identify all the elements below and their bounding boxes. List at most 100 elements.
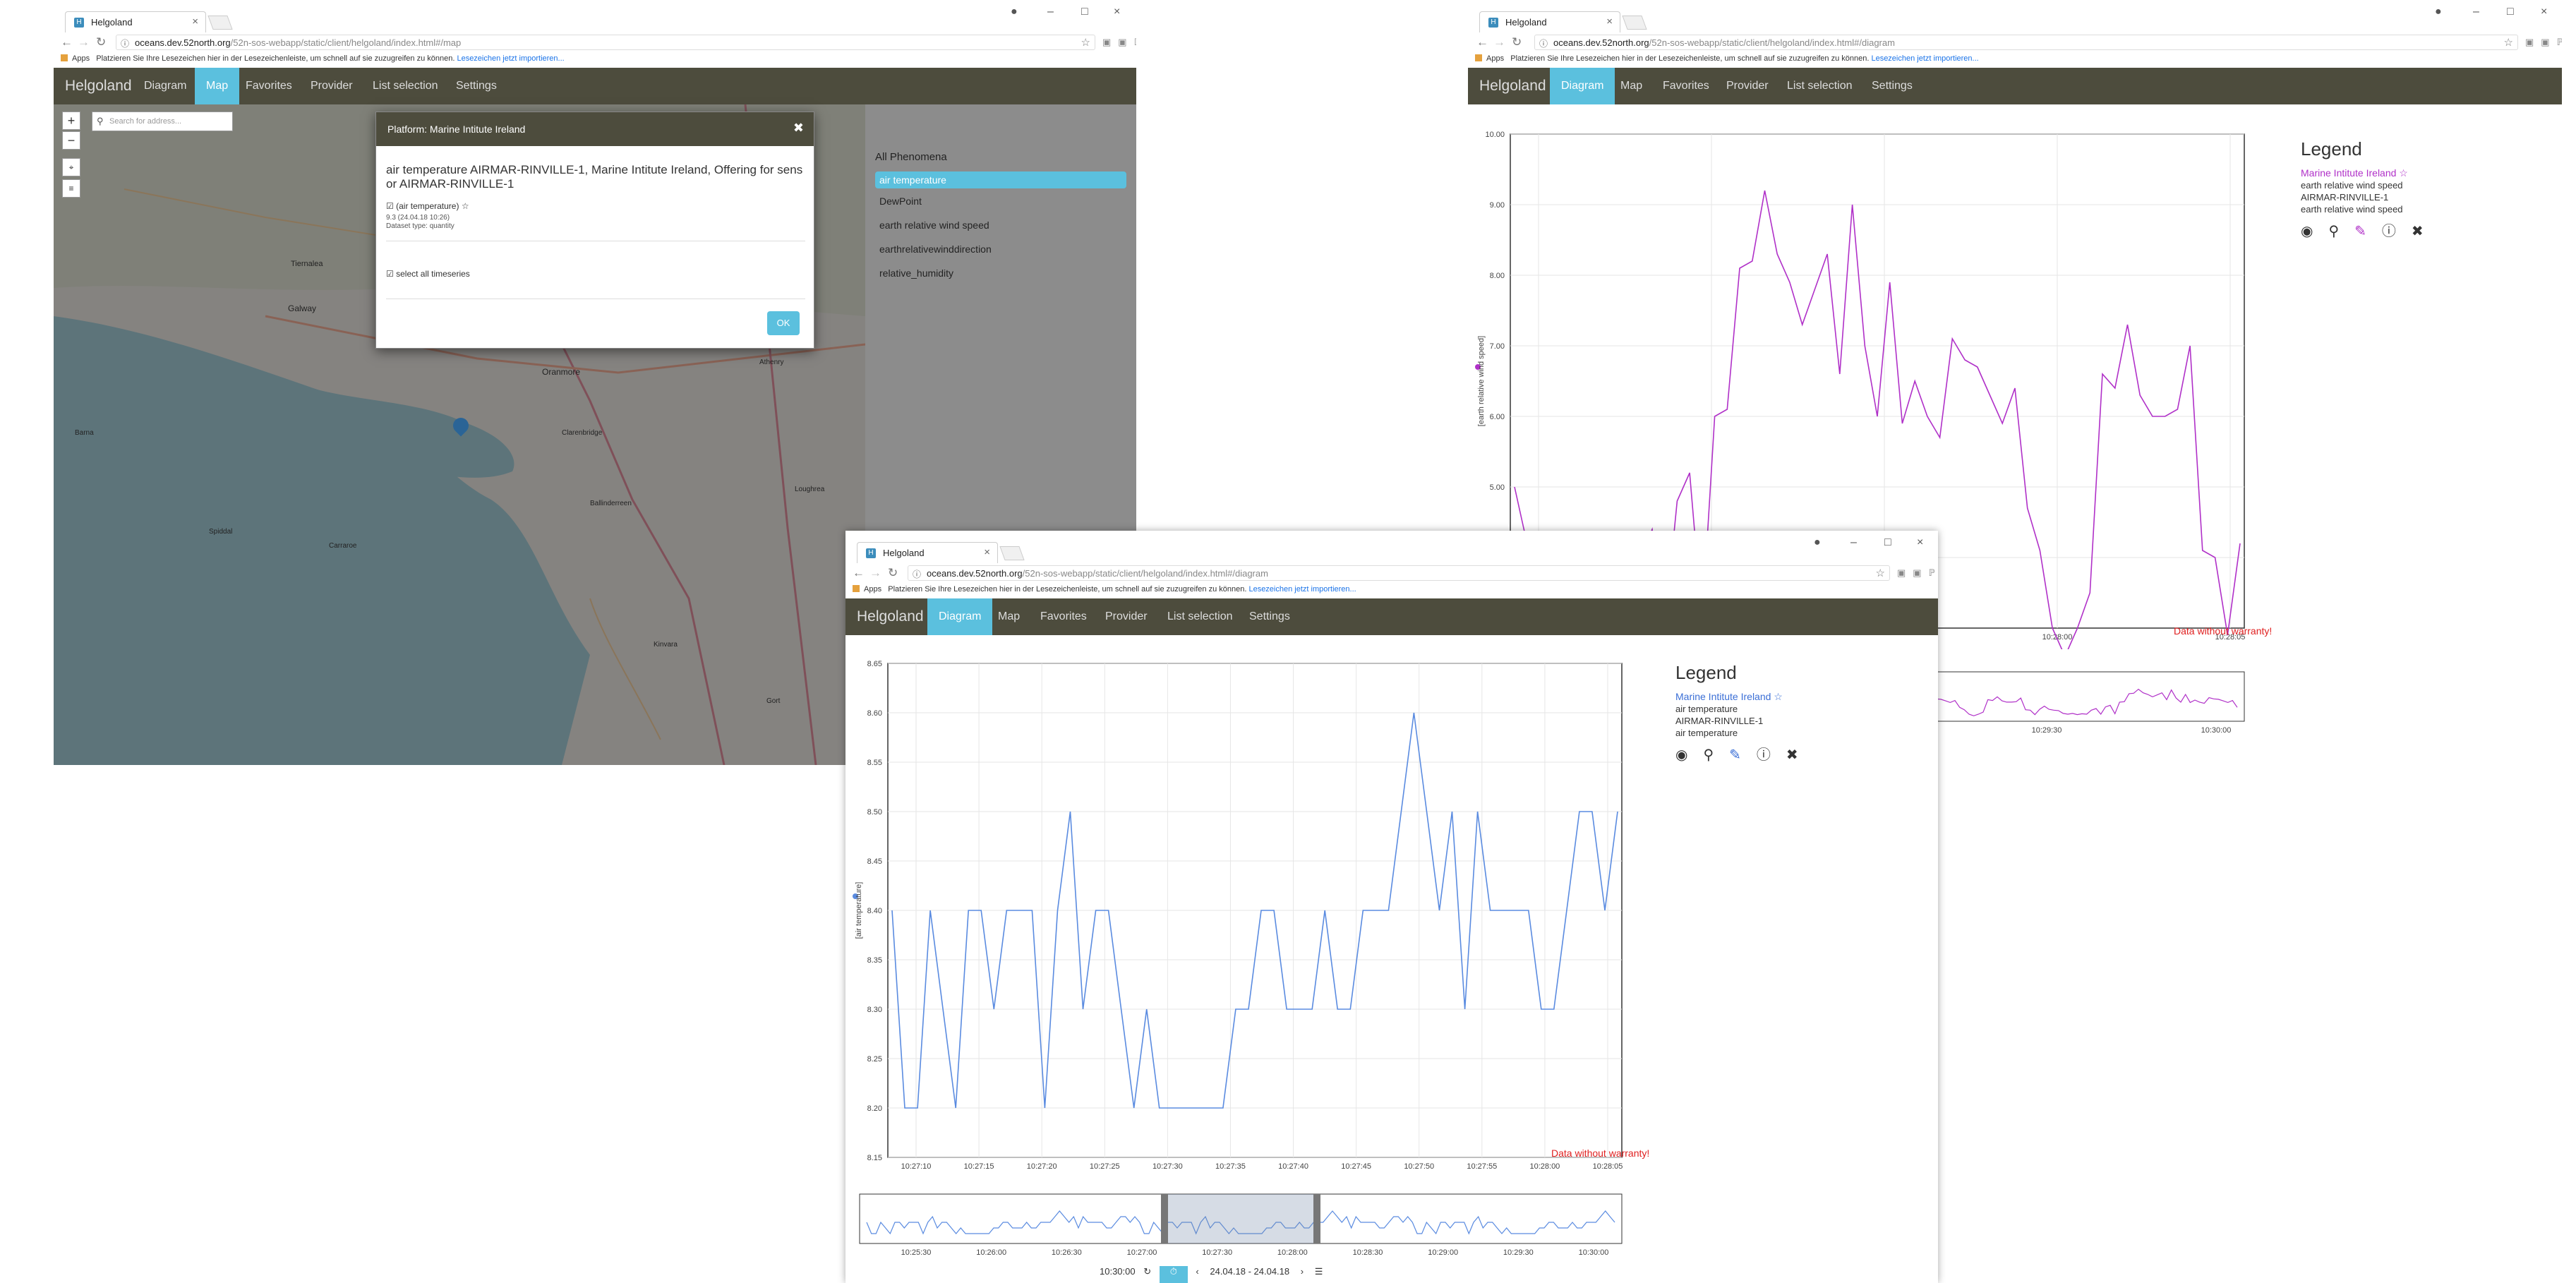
new-tab-button[interactable] [999,546,1025,560]
info-icon[interactable]: ⓘ [1757,747,1786,763]
nav-settings[interactable]: Settings [445,68,508,104]
hide-eye-icon[interactable]: ◉ [1675,747,1703,763]
refresh-icon[interactable]: ↻ [1143,1266,1151,1277]
nav-list-selection[interactable]: List selection [361,68,450,104]
nav-settings[interactable]: Settings [1238,598,1301,635]
import-bookmarks-link[interactable]: Lesezeichen jetzt importieren... [457,54,564,63]
select-all-checkbox[interactable]: ☑ [386,269,394,279]
select-all-row[interactable]: ☑ select all timeseries [386,269,470,279]
browser-tab[interactable]: H Helgoland × [1479,11,1620,32]
nav-favorites[interactable]: Favorites [234,68,303,104]
phenomenon-item[interactable]: air temperature [875,171,1126,188]
legend-platform[interactable]: Marine Intitute Ireland ☆ [2301,167,2555,179]
phenomenon-item[interactable]: DewPoint [875,193,1126,210]
forward-icon[interactable]: → [1493,35,1505,49]
nav-diagram[interactable]: Diagram [133,68,198,104]
nav-provider[interactable]: Provider [1715,68,1780,104]
import-bookmarks-link[interactable]: Lesezeichen jetzt importieren... [1248,585,1356,594]
nav-provider[interactable]: Provider [1094,598,1159,635]
apps-shortcut[interactable]: Apps [864,585,881,594]
bookmark-star-icon[interactable]: ☆ [1876,567,1885,579]
layers-button[interactable]: ≡ [62,179,80,198]
location-pin-icon[interactable]: ⚲ [2328,224,2354,239]
date-range[interactable]: 24.04.18 - 24.04.18 [1210,1266,1289,1277]
apps-shortcut[interactable]: Apps [1486,54,1504,63]
remove-x-icon[interactable]: ✖ [2412,224,2439,239]
reload-icon[interactable]: ↻ [888,566,898,580]
back-icon[interactable]: ← [853,566,865,580]
apps-shortcut[interactable]: Apps [72,54,90,63]
temp-overview-chart[interactable]: 10:25:30 10:26:00 10:26:30 10:27:00 10:27:30… [845,1191,1657,1262]
nav-list-selection[interactable]: List selection [1776,68,1864,104]
info-icon[interactable]: ⓘ [2382,224,2412,239]
forward-icon[interactable]: → [78,35,90,49]
favorite-star-icon[interactable]: ☆ [462,201,469,211]
reload-icon[interactable]: ↻ [96,35,106,49]
import-bookmarks-link[interactable]: Lesezeichen jetzt importieren... [1871,54,1978,63]
prev-timespan-icon[interactable]: ‹ [1196,1266,1198,1277]
profile-icon[interactable]: ● [2435,6,2442,18]
extension-icons[interactable]: ▣▣ℙ⋮ [2525,37,2562,48]
modal-close-icon[interactable]: ✖ [793,121,804,135]
nav-map[interactable]: Map [195,68,240,104]
close-window-icon[interactable]: × [1114,6,1120,18]
extension-icons[interactable]: ▣▣ℙ⋮ [1102,37,1136,48]
bookmark-star-icon[interactable]: ☆ [2504,36,2513,49]
locate-button[interactable]: ⌖ [62,158,80,176]
new-tab-button[interactable] [1622,16,1647,30]
favorite-star-icon[interactable]: ☆ [1774,691,1783,702]
nav-provider[interactable]: Provider [299,68,364,104]
minimize-icon[interactable]: – [1850,536,1857,549]
address-search[interactable]: ⚲ Search for address... [92,112,233,131]
phenomenon-item[interactable]: relative_humidity [875,265,1126,282]
ok-button[interactable]: OK [767,311,800,335]
maximize-icon[interactable]: □ [1081,6,1088,18]
minimize-icon[interactable]: – [2473,6,2479,18]
remove-x-icon[interactable]: ✖ [1786,747,1814,763]
back-icon[interactable]: ← [1476,35,1488,49]
address-bar[interactable]: ⓘ oceans.dev.52north.org/52n-sos-webapp/… [908,565,1890,581]
favorite-star-icon[interactable]: ☆ [2399,167,2408,179]
maximize-icon[interactable]: □ [2507,6,2514,18]
nav-favorites[interactable]: Favorites [1029,598,1098,635]
reload-icon[interactable]: ↻ [1512,35,1522,49]
timespan-button[interactable]: ⏱ [1159,1266,1188,1283]
address-bar[interactable]: ⓘ oceans.dev.52north.org/52n-sos-webapp/… [1534,35,2518,50]
series-checkbox-row[interactable]: ☑ (air temperature) ☆ [386,201,469,211]
nav-diagram[interactable]: Diagram [1550,68,1615,104]
air-temperature-chart[interactable]: 8.15 8.20 8.25 8.30 8.35 8.40 8.45 8.50 8.55 8.60… [845,642,1657,1179]
next-timespan-icon[interactable]: › [1301,1266,1304,1277]
maximize-icon[interactable]: □ [1884,536,1891,549]
hide-eye-icon[interactable]: ◉ [2301,224,2328,239]
close-tab-icon[interactable]: × [984,546,990,558]
address-bar[interactable]: ⓘ oceans.dev.52north.org/52n-sos-webapp/… [116,35,1095,50]
edit-pencil-icon[interactable]: ✎ [1729,747,1757,763]
edit-pencil-icon[interactable]: ✎ [2354,224,2382,239]
new-tab-button[interactable] [207,16,233,30]
bookmark-star-icon[interactable]: ☆ [1081,36,1090,49]
profile-icon[interactable]: ● [1011,6,1018,18]
extension-icons[interactable]: ▣▣ℙ⋮ [1897,567,1938,579]
forward-icon[interactable]: → [869,566,881,580]
close-tab-icon[interactable]: × [1606,16,1613,28]
list-view-icon[interactable]: ☰ [1315,1266,1323,1277]
app-brand[interactable]: Helgoland [65,78,132,95]
nav-list-selection[interactable]: List selection [1156,598,1244,635]
app-brand[interactable]: Helgoland [857,608,924,625]
phenomenon-item[interactable]: earth relative wind speed [875,217,1126,234]
app-brand[interactable]: Helgoland [1479,78,1546,95]
nav-favorites[interactable]: Favorites [1651,68,1721,104]
nav-map[interactable]: Map [1609,68,1654,104]
nav-diagram[interactable]: Diagram [927,598,993,635]
nav-map[interactable]: Map [987,598,1031,635]
close-window-icon[interactable]: × [2541,6,2547,18]
location-pin-icon[interactable]: ⚲ [1703,747,1729,763]
browser-tab[interactable]: H Helgoland × [857,542,998,563]
zoom-out-button[interactable]: − [62,131,80,150]
profile-icon[interactable]: ● [1814,536,1821,549]
minimize-icon[interactable]: – [1047,6,1054,18]
close-window-icon[interactable]: × [1917,536,1923,549]
zoom-in-button[interactable]: + [62,112,80,130]
browser-tab[interactable]: H Helgoland × [65,11,206,32]
phenomenon-item[interactable]: earthrelativewinddirection [875,241,1126,258]
